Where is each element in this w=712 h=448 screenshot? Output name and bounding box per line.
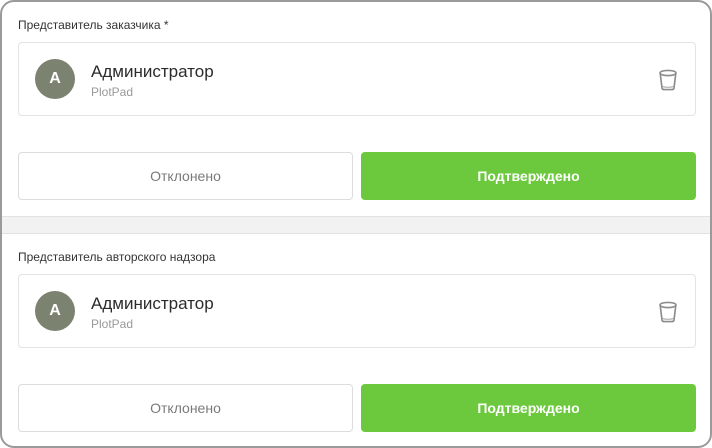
- trash-icon[interactable]: [657, 300, 679, 324]
- approval-panel: Представитель заказчика * А Администрато…: [0, 0, 712, 448]
- avatar: А: [35, 291, 75, 331]
- person-org: PlotPad: [91, 85, 134, 99]
- field-label: Представитель заказчика *: [18, 18, 169, 32]
- person-card: А Администратор PlotPad: [18, 274, 696, 348]
- section-divider: [2, 216, 710, 234]
- avatar: А: [35, 59, 75, 99]
- trash-icon[interactable]: [657, 68, 679, 92]
- person-org: PlotPad: [91, 317, 134, 331]
- field-label: Представитель авторского надзора: [18, 250, 216, 264]
- person-card: А Администратор PlotPad: [18, 42, 696, 116]
- customer-representative-section: Представитель заказчика * А Администрато…: [2, 2, 710, 216]
- person-name: Администратор: [91, 62, 214, 81]
- reject-button[interactable]: Отклонено: [18, 384, 353, 432]
- author-supervision-section: Представитель авторского надзора А Админ…: [2, 234, 710, 446]
- confirm-button[interactable]: Подтверждено: [361, 152, 696, 200]
- confirm-button[interactable]: Подтверждено: [361, 384, 696, 432]
- reject-button[interactable]: Отклонено: [18, 152, 353, 200]
- person-name: Администратор: [91, 294, 214, 313]
